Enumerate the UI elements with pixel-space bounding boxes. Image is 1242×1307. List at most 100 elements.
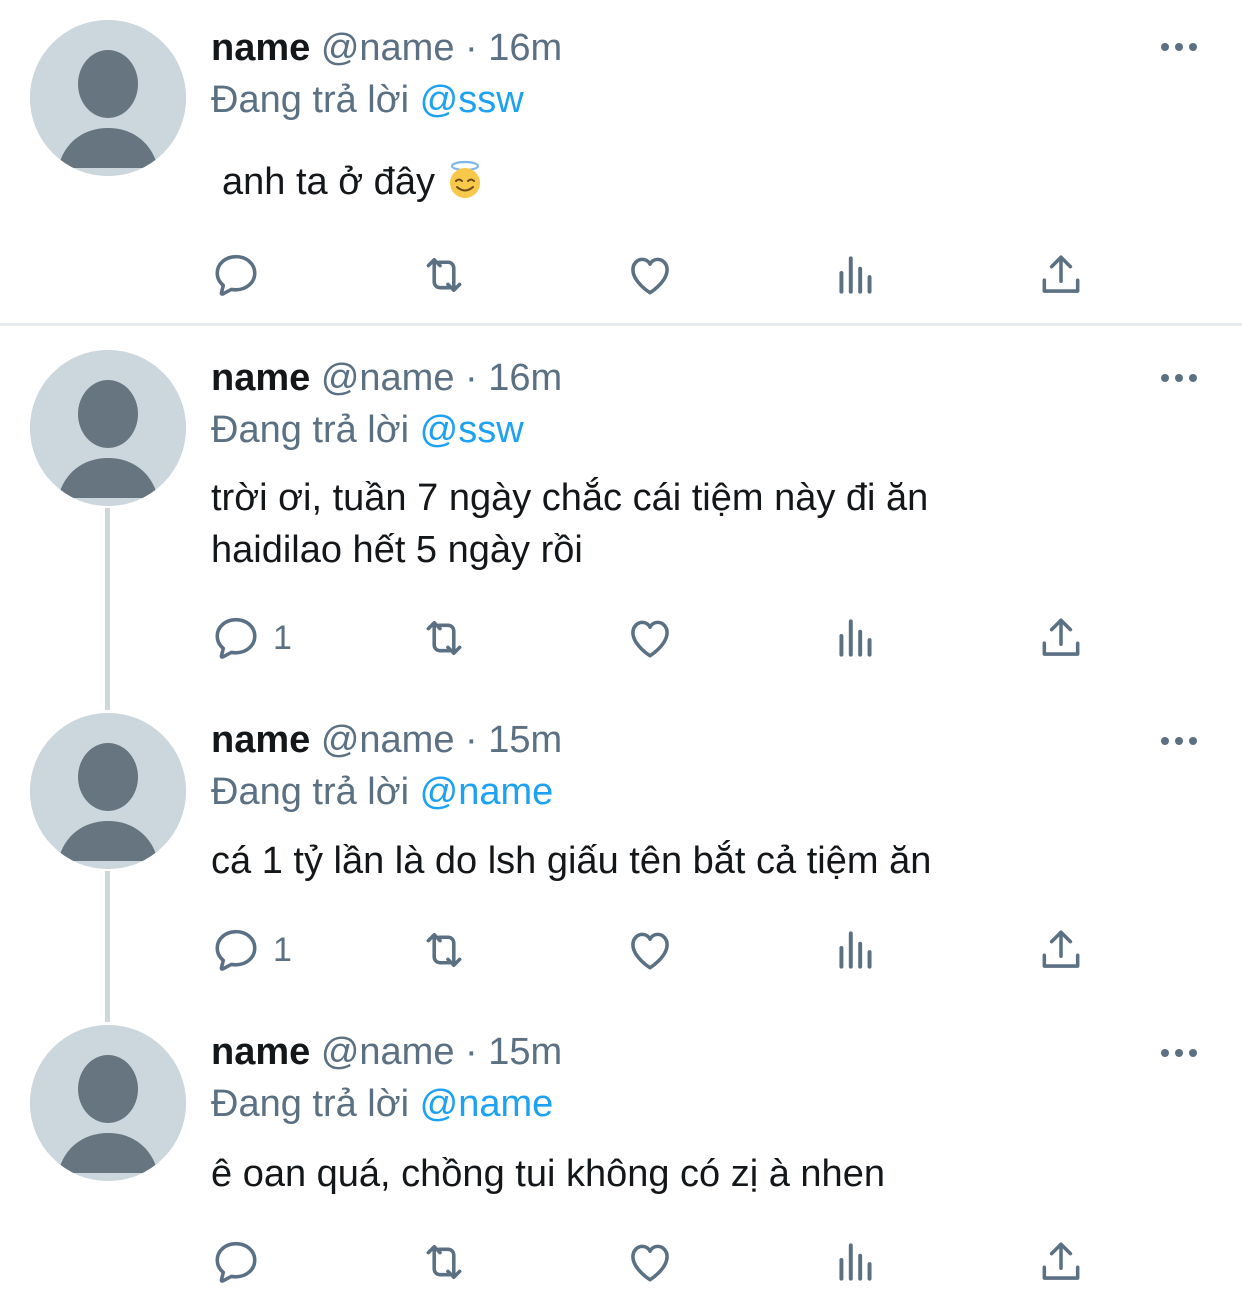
mention-link[interactable]: @ssw bbox=[420, 79, 524, 121]
share-icon bbox=[1036, 613, 1086, 663]
reply-count: 1 bbox=[273, 930, 292, 969]
display-name[interactable]: name bbox=[211, 357, 310, 399]
more-icon[interactable] bbox=[1159, 368, 1199, 388]
analytics-icon bbox=[831, 1237, 881, 1287]
share-button[interactable] bbox=[1036, 613, 1086, 663]
retweet-button[interactable] bbox=[416, 613, 472, 663]
heart-icon bbox=[625, 925, 675, 975]
replying-to: Đang trả lời @ssw bbox=[211, 78, 524, 122]
timestamp[interactable]: 15m bbox=[488, 719, 562, 761]
reply-button[interactable] bbox=[211, 250, 273, 300]
more-icon[interactable] bbox=[1159, 37, 1199, 57]
reply-button[interactable] bbox=[211, 1237, 273, 1287]
retweet-button[interactable] bbox=[416, 1237, 472, 1287]
analytics-icon bbox=[831, 925, 881, 975]
timestamp[interactable]: 15m bbox=[488, 1031, 562, 1073]
analytics-icon bbox=[831, 250, 881, 300]
share-icon bbox=[1036, 1237, 1086, 1287]
reply-count: 1 bbox=[273, 618, 292, 657]
like-button[interactable] bbox=[625, 925, 675, 975]
separator: · bbox=[465, 357, 478, 399]
reply-icon bbox=[211, 613, 261, 663]
replying-to: Đang trả lời @name bbox=[211, 770, 553, 814]
analytics-button[interactable] bbox=[831, 1237, 881, 1287]
mention-link[interactable]: @name bbox=[420, 771, 554, 813]
tweet[interactable]: name @name · 16m Đang trả lời @ssw anh t… bbox=[0, 0, 1242, 323]
retweet-button[interactable] bbox=[416, 925, 472, 975]
display-name[interactable]: name bbox=[211, 1031, 310, 1073]
analytics-button[interactable] bbox=[831, 613, 881, 663]
tweet-actions: 1 bbox=[211, 925, 1111, 975]
display-name[interactable]: name bbox=[211, 27, 310, 69]
replying-to: Đang trả lời @name bbox=[211, 1082, 553, 1126]
more-icon[interactable] bbox=[1159, 731, 1199, 751]
timestamp[interactable]: 16m bbox=[488, 27, 562, 69]
handle[interactable]: @name bbox=[321, 1031, 455, 1073]
retweet-icon bbox=[416, 1237, 472, 1287]
handle[interactable]: @name bbox=[321, 27, 455, 69]
timestamp[interactable]: 16m bbox=[488, 357, 562, 399]
tweet[interactable]: name @name · 15m Đang trả lời @name cá 1… bbox=[0, 696, 1242, 1012]
heart-icon bbox=[625, 613, 675, 663]
mention-link[interactable]: @ssw bbox=[420, 409, 524, 451]
replying-to-label: Đang trả lời bbox=[211, 79, 410, 121]
tweet-text-content: anh ta ở đây bbox=[222, 161, 435, 203]
tweet-text: cá 1 tỷ lần là do lsh giấu tên bắt cả ti… bbox=[211, 840, 932, 882]
like-button[interactable] bbox=[625, 1237, 675, 1287]
mention-link[interactable]: @name bbox=[420, 1083, 554, 1125]
reply-button[interactable]: 1 bbox=[211, 925, 292, 975]
tweet-actions bbox=[211, 250, 1111, 300]
retweet-button[interactable] bbox=[416, 250, 472, 300]
replying-to-label: Đang trả lời bbox=[211, 1083, 410, 1125]
tweet[interactable]: name @name · 16m Đang trả lời @ssw trời … bbox=[0, 326, 1242, 696]
avatar[interactable] bbox=[30, 20, 186, 176]
smiling-face-with-halo-icon bbox=[449, 160, 480, 198]
share-icon bbox=[1036, 925, 1086, 975]
analytics-button[interactable] bbox=[831, 925, 881, 975]
heart-icon bbox=[625, 250, 675, 300]
share-button[interactable] bbox=[1036, 1237, 1086, 1287]
tweet[interactable]: name @name · 15m Đang trả lời @name ê oa… bbox=[0, 1012, 1242, 1307]
avatar-placeholder-icon bbox=[30, 1025, 186, 1181]
avatar[interactable] bbox=[30, 350, 186, 506]
analytics-button[interactable] bbox=[831, 250, 881, 300]
reply-icon bbox=[211, 925, 261, 975]
share-icon bbox=[1036, 250, 1086, 300]
tweet-text: ê oan quá, chồng tui không có zị à nhen bbox=[211, 1153, 885, 1195]
tweet-text: trời ơi, tuần 7 ngày chắc cái tiệm này đ… bbox=[211, 477, 929, 571]
heart-icon bbox=[625, 1237, 675, 1287]
retweet-icon bbox=[416, 613, 472, 663]
analytics-icon bbox=[831, 613, 881, 663]
share-button[interactable] bbox=[1036, 925, 1086, 975]
replying-to-label: Đang trả lời bbox=[211, 409, 410, 451]
separator: · bbox=[465, 1031, 478, 1073]
tweet-header: name @name · 16m bbox=[211, 356, 562, 400]
retweet-icon bbox=[416, 250, 472, 300]
tweet-actions: 1 bbox=[211, 613, 1111, 663]
reply-icon bbox=[211, 1237, 261, 1287]
reply-button[interactable]: 1 bbox=[211, 613, 292, 663]
avatar-placeholder-icon bbox=[30, 20, 186, 176]
handle[interactable]: @name bbox=[321, 719, 455, 761]
separator: · bbox=[465, 27, 478, 69]
more-icon[interactable] bbox=[1159, 1043, 1199, 1063]
avatar-placeholder-icon bbox=[30, 350, 186, 506]
tweet-header: name @name · 15m bbox=[211, 718, 562, 762]
tweet-header: name @name · 16m bbox=[211, 26, 562, 70]
tweet-text: anh ta ở đây bbox=[222, 156, 1102, 208]
display-name[interactable]: name bbox=[211, 719, 310, 761]
retweet-icon bbox=[416, 925, 472, 975]
replying-to-label: Đang trả lời bbox=[211, 771, 410, 813]
avatar-placeholder-icon bbox=[30, 713, 186, 869]
tweet-actions bbox=[211, 1237, 1111, 1287]
handle[interactable]: @name bbox=[321, 357, 455, 399]
replying-to: Đang trả lời @ssw bbox=[211, 408, 524, 452]
avatar[interactable] bbox=[30, 713, 186, 869]
like-button[interactable] bbox=[625, 613, 675, 663]
share-button[interactable] bbox=[1036, 250, 1086, 300]
separator: · bbox=[465, 719, 478, 761]
tweet-header: name @name · 15m bbox=[211, 1030, 562, 1074]
avatar[interactable] bbox=[30, 1025, 186, 1181]
reply-icon bbox=[211, 250, 261, 300]
like-button[interactable] bbox=[625, 250, 675, 300]
